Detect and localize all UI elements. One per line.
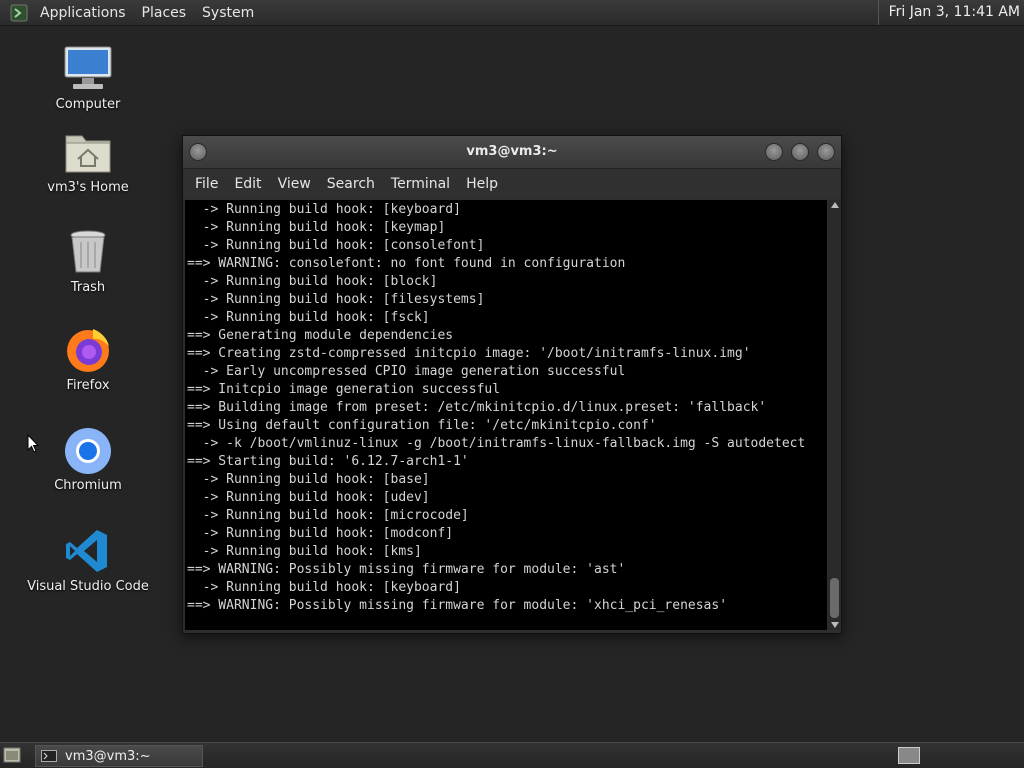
desktop-icon-label: vm3's Home [47,180,129,195]
terminal-output[interactable]: -> Running build hook: [keyboard] -> Run… [185,200,827,630]
maximize-button[interactable] [791,143,809,161]
desktop-icon-label: Chromium [54,478,122,493]
desktop-icon-chromium[interactable]: Chromium [23,426,153,493]
terminal-line: -> Running build hook: [filesystems] [202,292,485,307]
terminal-line: ==> WARNING: Possibly missing firmware f… [187,598,728,613]
terminal-line: ==> Building image from preset: /etc/mki… [187,400,767,415]
menu-view[interactable]: View [270,176,319,192]
bottom-panel: vm3@vm3:~ [0,742,1024,768]
terminal-icon [41,750,57,762]
desktop-icon-label: Trash [70,280,106,295]
menu-applications[interactable]: Applications [32,5,134,21]
scroll-thumb[interactable] [830,578,839,618]
terminal-line: -> Running build hook: [modconf] [202,526,454,541]
desktop-icon-vscode[interactable]: Visual Studio Code [23,527,153,594]
trash-icon [63,228,113,276]
window-title: vm3@vm3:~ [466,144,558,159]
vscode-icon [63,527,113,575]
terminal-line: ==> Generating module dependencies [187,328,454,343]
desktop-icon-label: Firefox [66,378,110,393]
menu-search[interactable]: Search [319,176,383,192]
desktop-icon-trash[interactable]: Trash [23,228,153,295]
menu-file[interactable]: File [187,176,226,192]
terminal-line: -> Running build hook: [base] [202,472,430,487]
desktop-icon-label: Visual Studio Code [27,579,149,594]
home-folder-icon [63,128,113,176]
taskbar-window-label: vm3@vm3:~ [65,748,151,764]
applications-logo-icon[interactable] [10,4,28,22]
menu-system[interactable]: System [194,5,262,21]
workspace-switcher[interactable] [898,747,920,764]
firefox-icon [63,326,113,374]
desktop-icon-label: Computer [55,97,121,112]
terminal-line: -> Running build hook: [udev] [202,490,430,505]
scroll-down-arrow-icon[interactable] [831,622,839,628]
mouse-cursor-icon [27,434,39,453]
terminal-text: -> Running build hook: [keyboard] -> Run… [185,200,827,615]
terminal-line: ==> Using default configuration file: '/… [187,418,657,433]
desktop-icon-home[interactable]: vm3's Home [23,128,153,195]
terminal-line: -> Running build hook: [kms] [202,544,422,559]
clock[interactable]: Fri Jan 3, 11:41 AM [877,0,1024,25]
scroll-up-arrow-icon[interactable] [831,202,839,208]
close-button[interactable] [817,143,835,161]
menu-terminal[interactable]: Terminal [383,176,458,192]
terminal-line: ==> WARNING: Possibly missing firmware f… [187,562,626,577]
desktop-icon-firefox[interactable]: Firefox [23,326,153,393]
terminal-line: -> Running build hook: [consolefont] [202,238,485,253]
terminal-line: ==> WARNING: consolefont: no font found … [187,256,626,271]
computer-icon [63,45,113,93]
terminal-line: ==> Initcpio image generation successful [187,382,501,397]
window-titlebar[interactable]: vm3@vm3:~ [183,136,841,169]
show-desktop-icon[interactable] [3,747,21,763]
taskbar-window-button[interactable]: vm3@vm3:~ [35,745,203,767]
top-panel: Applications Places System Fri Jan 3, 11… [0,0,1024,26]
terminal-line: -> Running build hook: [keyboard] [202,580,461,595]
desktop-icon-computer[interactable]: Computer [23,45,153,112]
terminal-line: -> Running build hook: [microcode] [202,508,469,523]
minimize-button[interactable] [765,143,783,161]
terminal-line: -> Running build hook: [fsck] [202,310,430,325]
terminal-line: -> Running build hook: [block] [202,274,438,289]
terminal-line: ==> Starting build: '6.12.7-arch1-1' [187,454,469,469]
terminal-line: -> Running build hook: [keyboard] [202,202,461,217]
menu-places[interactable]: Places [134,5,195,21]
terminal-line: -> Running build hook: [keymap] [202,220,446,235]
menu-help[interactable]: Help [458,176,506,192]
terminal-scrollbar[interactable] [829,200,840,630]
terminal-line: -> -k /boot/vmlinuz-linux -g /boot/initr… [202,436,806,451]
terminal-line: ==> Creating zstd-compressed initcpio im… [187,346,751,361]
menu-edit[interactable]: Edit [226,176,269,192]
terminal-line: -> Early uncompressed CPIO image generat… [202,364,626,379]
chromium-icon [63,426,113,474]
terminal-window[interactable]: vm3@vm3:~ File Edit View Search Terminal… [182,135,842,634]
terminal-menubar: File Edit View Search Terminal Help [183,169,841,199]
